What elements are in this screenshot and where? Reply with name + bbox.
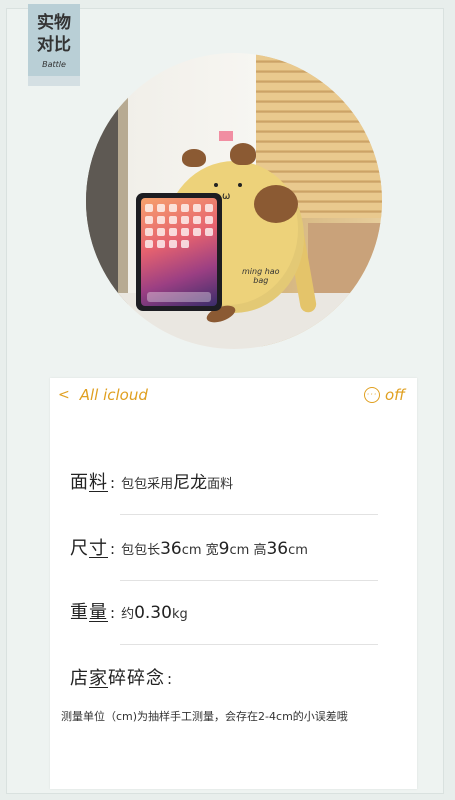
spec-key-notes: 店家碎碎念 (70, 668, 165, 689)
more-button[interactable]: ··· off (363, 386, 405, 404)
bag-print-line2: bag (253, 276, 269, 285)
photo-pink-tag (219, 131, 233, 141)
spec-row-notes: 店家碎碎念 : (70, 664, 383, 690)
spec-colon: : (110, 604, 116, 622)
product-photo: ω ming hao bag (86, 53, 382, 349)
bag-print-line1: ming hao (242, 267, 280, 276)
section-badge-subtitle: Battle (42, 60, 66, 69)
spec-card: < All icloud ··· off 面料 : 包包采用尼龙面料 尺寸 : … (50, 378, 417, 789)
tablet-dock (147, 292, 211, 302)
spec-row-weight: 重量 : 约0.30kg (70, 598, 383, 624)
tablet-device (136, 193, 222, 311)
section-badge-line2: 对比 (37, 35, 71, 55)
back-button[interactable]: < All icloud (58, 386, 148, 404)
cat-spot (254, 185, 298, 223)
tablet-app-grid (145, 204, 213, 248)
cat-mouth: ω (222, 191, 231, 202)
divider (120, 644, 378, 645)
spec-value-material: 包包采用尼龙面料 (121, 473, 234, 493)
more-label: off (384, 386, 405, 404)
tablet-screen (141, 198, 217, 306)
section-badge-tab (28, 76, 80, 86)
notes-topbar: < All icloud ··· off (58, 386, 405, 406)
cat-eye-left (214, 183, 218, 187)
section-badge-title: 实物 对比 (28, 12, 80, 56)
back-chevron-icon: < (58, 387, 70, 403)
spec-row-material: 面料 : 包包采用尼龙面料 (70, 468, 383, 494)
spec-value-weight: 约0.30kg (121, 603, 188, 623)
spec-key-material: 面料 (70, 472, 108, 493)
section-badge-line1: 实物 (37, 13, 71, 33)
cat-ear-left (182, 149, 206, 167)
section-badge: 实物 对比 Battle (28, 4, 80, 78)
spec-colon: : (110, 540, 116, 558)
cat-ear-right (230, 143, 256, 165)
more-dots-icon: ··· (363, 387, 380, 403)
spec-colon: : (167, 670, 173, 688)
spec-value-size: 包包长36cm 宽9cm 高36cm (121, 539, 308, 559)
measurement-note: 测量单位（cm)为抽样手工测量，会存在2-4cm的小误差哦 (61, 710, 348, 723)
spec-key-size: 尺寸 (70, 538, 108, 559)
spec-colon: : (110, 474, 116, 492)
cat-eye-right (238, 183, 242, 187)
back-label: All icloud (79, 386, 148, 404)
photo-box (308, 223, 382, 293)
divider (120, 514, 378, 515)
spec-key-weight: 重量 (70, 602, 108, 623)
spec-row-size: 尺寸 : 包包长36cm 宽9cm 高36cm (70, 534, 383, 560)
divider (120, 580, 378, 581)
bag-print-text: ming hao bag (242, 267, 280, 285)
